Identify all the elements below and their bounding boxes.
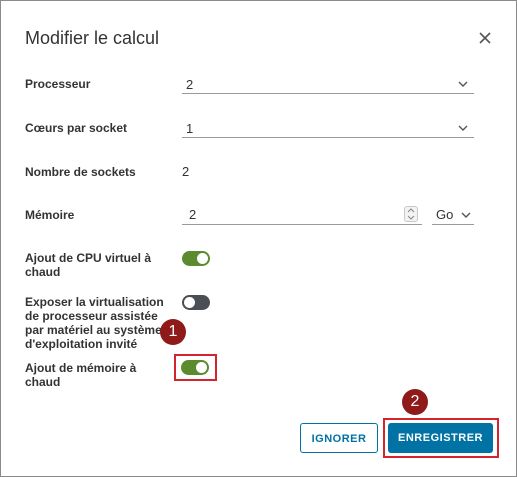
toggle-knob <box>196 362 207 373</box>
close-button[interactable] <box>475 28 495 48</box>
memory-label: Mémoire <box>25 208 75 222</box>
save-button[interactable]: ENREGISTRER <box>388 423 493 453</box>
memory-unit-value: Go <box>436 207 454 222</box>
cores-per-socket-value: 1 <box>186 121 194 136</box>
sockets-value: 2 <box>182 164 190 179</box>
processor-label: Processeur <box>25 77 91 91</box>
cpu-hot-add-toggle[interactable] <box>182 251 210 266</box>
edit-compute-dialog: Modifier le calcul Processeur 2 Cœurs pa… <box>0 0 517 477</box>
dialog-title: Modifier le calcul <box>25 28 160 48</box>
processor-select[interactable]: 2 <box>182 76 474 94</box>
cpu-hot-add-label: Ajout de CPU virtuel à chaud <box>25 251 152 279</box>
processor-value: 2 <box>186 77 194 92</box>
cores-per-socket-label: Cœurs par socket <box>25 121 128 135</box>
memory-input[interactable]: 2 <box>182 205 422 225</box>
memory-spinner[interactable] <box>404 206 418 222</box>
cores-per-socket-select[interactable]: 1 <box>182 120 474 138</box>
memory-hot-add-toggle[interactable] <box>181 360 209 375</box>
toggle-knob <box>197 253 208 264</box>
chevron-down-icon <box>458 125 468 131</box>
chevron-down-icon <box>458 81 468 87</box>
memory-unit-select[interactable]: Go <box>432 205 474 225</box>
cancel-button[interactable]: IGNORER <box>300 423 378 453</box>
spinner-icon <box>407 208 415 220</box>
chevron-down-icon <box>461 212 471 218</box>
annotation-badge-2: 2 <box>402 389 428 415</box>
close-icon <box>479 32 491 44</box>
hw-virtualization-toggle[interactable] <box>182 295 210 310</box>
sockets-label: Nombre de sockets <box>25 165 136 179</box>
toggle-knob <box>184 297 195 308</box>
memory-hot-add-label: Ajout de mémoire à chaud <box>25 361 137 389</box>
annotation-badge-1: 1 <box>160 319 186 345</box>
memory-value: 2 <box>189 207 197 222</box>
hw-virtualization-label: Exposer la virtualisation de processeur … <box>25 295 164 351</box>
